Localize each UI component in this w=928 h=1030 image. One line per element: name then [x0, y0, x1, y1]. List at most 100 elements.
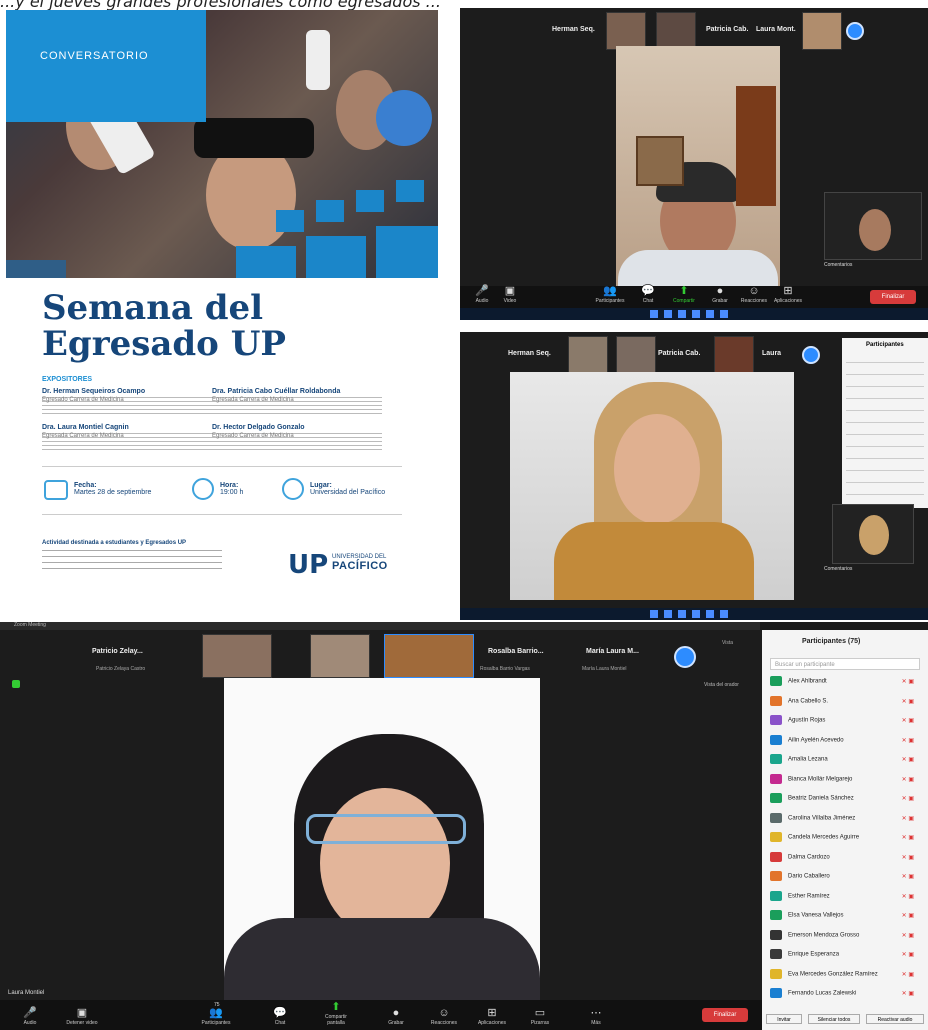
muted-icon[interactable]: ✕ ▣: [902, 795, 914, 802]
poster-photo: CONVERSATORIO: [6, 10, 438, 278]
date-info: Fecha: Martes 28 de septiembre: [74, 482, 152, 496]
muted-icon[interactable]: ✕ ▣: [902, 854, 914, 861]
list-item[interactable]: Ana Cabello S. ✕ ▣: [770, 695, 920, 710]
list-item[interactable]: Emerson Mendoza Grosso ✕ ▣: [770, 929, 920, 944]
speaker-3: Dra. Laura Montiel Cagnin Egresada Carrer…: [42, 424, 212, 451]
list-item[interactable]: Fernando Lucas Zalewski ✕ ▣: [770, 988, 920, 1002]
mic-button[interactable]: 🎤 Audio: [10, 1006, 50, 1026]
list-item[interactable]: Alex Ahlbrandt ✕ ▣: [770, 676, 920, 690]
participants-panel: Participantes (75) Buscar un participant…: [762, 630, 928, 1030]
presenter-name: Laura Montiel: [8, 990, 45, 996]
muted-icon[interactable]: ✕ ▣: [902, 717, 914, 724]
list-item[interactable]: Dario Caballero ✕ ▣: [770, 871, 920, 885]
taskbar-icons[interactable]: [650, 310, 730, 318]
video-button[interactable]: ▣ Detener video: [62, 1006, 102, 1026]
share-button[interactable]: ⬆ Compartir: [664, 284, 704, 304]
apps-button[interactable]: ⊞ Aplicaciones: [768, 284, 808, 304]
thumb-video[interactable]: [656, 12, 696, 50]
thumb-video[interactable]: [606, 12, 646, 50]
list-item[interactable]: Ailin Ayelén Acevedo ✕ ▣: [770, 734, 920, 749]
avatar[interactable]: [674, 646, 696, 668]
participant-name: Bianca Mollár Melgarejo: [788, 776, 853, 783]
list-item[interactable]: Dalma Cardozo ✕ ▣: [770, 851, 920, 866]
self-view[interactable]: [832, 504, 914, 564]
list-item[interactable]: Esther Ramírez ✕ ▣: [770, 890, 920, 905]
logo-mark: UP: [288, 550, 329, 580]
poster-title: Semana del Egresado UP: [42, 290, 342, 362]
apps-button[interactable]: ⊞ Aplicaciones: [472, 1006, 512, 1026]
main-video: [510, 372, 794, 600]
chat-button[interactable]: 💬 Chat: [628, 284, 668, 304]
thumb-video[interactable]: [202, 634, 272, 678]
logo-text: UNIVERSIDAD DEL PACÍFICO: [332, 554, 388, 572]
record-button[interactable]: ● Grabar: [376, 1006, 416, 1026]
participant-list[interactable]: [846, 358, 924, 504]
thumb-video-active[interactable]: [384, 634, 474, 678]
view-button[interactable]: Vista: [722, 640, 733, 646]
muted-icon[interactable]: ✕ ▣: [902, 815, 914, 822]
time-info: Hora: 19:00 h: [220, 482, 244, 496]
invite-button[interactable]: Invitar: [766, 1014, 802, 1024]
muted-icon[interactable]: ✕ ▣: [902, 893, 914, 900]
taskbar: [460, 308, 928, 320]
speaker-view-label[interactable]: Vista del orador: [704, 682, 739, 688]
taskbar-icons[interactable]: [650, 610, 730, 618]
share-screen-button[interactable]: ⬆ Compartir pantalla: [316, 1000, 356, 1026]
chat-button[interactable]: 💬 Chat: [260, 1006, 300, 1026]
thumb-video[interactable]: [310, 634, 370, 678]
thumb-name: Patricia Cab.: [706, 26, 749, 33]
event-poster: CONVERSATORIO Semana del Egresado UP EXP…: [6, 10, 438, 598]
list-item[interactable]: Candela Mercedes Aguirre ✕ ▣: [770, 832, 920, 846]
list-item[interactable]: Bianca Mollár Melgarejo ✕ ▣: [770, 773, 920, 788]
main-video: [224, 678, 540, 1000]
more-button[interactable]: ⋯ Más: [576, 1006, 616, 1026]
list-item[interactable]: Carolina Villalba Jiménez ✕ ▣: [770, 812, 920, 827]
up-logo: UP UNIVERSIDAD DEL PACÍFICO: [288, 550, 414, 580]
muted-icon[interactable]: ✕ ▣: [902, 990, 914, 997]
thumb-name: Patricia Cab.: [658, 350, 701, 357]
participant-name: Fernando Lucas Zalewski: [788, 990, 857, 997]
thumb-video[interactable]: [802, 12, 842, 50]
participants-button[interactable]: 👥 Participantes: [196, 1006, 236, 1026]
muted-icon[interactable]: ✕ ▣: [902, 912, 914, 919]
participant-count-badge: 75: [214, 1002, 220, 1008]
end-button[interactable]: Finalizar: [870, 290, 916, 304]
list-item[interactable]: Eva Mercedes González Ramírez ✕ ▣: [770, 968, 920, 983]
list-item[interactable]: Enrique Esperanza ✕ ▣: [770, 949, 920, 963]
thumb-video[interactable]: [568, 336, 608, 374]
avatar[interactable]: [846, 22, 864, 40]
muted-icon[interactable]: ✕ ▣: [902, 932, 914, 939]
participants-button[interactable]: 👥 Participantes: [590, 284, 630, 304]
whiteboard-button[interactable]: ▭ Pizarras: [520, 1006, 560, 1026]
muted-icon[interactable]: ✕ ▣: [902, 756, 914, 763]
unmute-button[interactable]: Reactivar audio: [866, 1014, 924, 1024]
end-button[interactable]: Finalizar: [702, 1008, 748, 1022]
participant-search-input[interactable]: Buscar un participante: [770, 658, 920, 670]
chat-preview: Comentarios: [824, 566, 853, 572]
reactions-button[interactable]: ☺ Reacciones: [424, 1006, 464, 1026]
thumb-video[interactable]: [616, 336, 656, 374]
mute-all-button[interactable]: Silenciar todos: [808, 1014, 860, 1024]
list-item[interactable]: Elsa Vanesa Vallejos ✕ ▣: [770, 910, 920, 924]
muted-icon[interactable]: ✕ ▣: [902, 951, 914, 958]
muted-icon[interactable]: ✕ ▣: [902, 873, 914, 880]
muted-icon[interactable]: ✕ ▣: [902, 737, 914, 744]
thumb-name: Herman Seq.: [552, 26, 595, 33]
muted-icon[interactable]: ✕ ▣: [902, 776, 914, 783]
self-view[interactable]: [824, 192, 922, 260]
muted-icon[interactable]: ✕ ▣: [902, 971, 914, 978]
list-item[interactable]: Amalia Lezana ✕ ▣: [770, 754, 920, 768]
participant-avatar: [770, 715, 782, 725]
muted-icon[interactable]: ✕ ▣: [902, 698, 914, 705]
thumb-video[interactable]: [714, 336, 754, 374]
security-icon[interactable]: [12, 680, 20, 688]
divider: [42, 514, 402, 515]
participant-avatar: [770, 676, 782, 686]
avatar[interactable]: [802, 346, 820, 364]
video-button[interactable]: ▣ Video: [490, 284, 530, 304]
meeting-toolbar: 🎤 Audio ▣ Video 👥 Participantes 💬 Chat ⬆ Comp…: [460, 284, 928, 308]
list-item[interactable]: Beatriz Daniela Sánchez ✕ ▣: [770, 793, 920, 807]
list-item[interactable]: Agustín Rojas ✕ ▣: [770, 715, 920, 729]
muted-icon[interactable]: ✕ ▣: [902, 834, 914, 841]
muted-icon[interactable]: ✕ ▣: [902, 678, 914, 685]
